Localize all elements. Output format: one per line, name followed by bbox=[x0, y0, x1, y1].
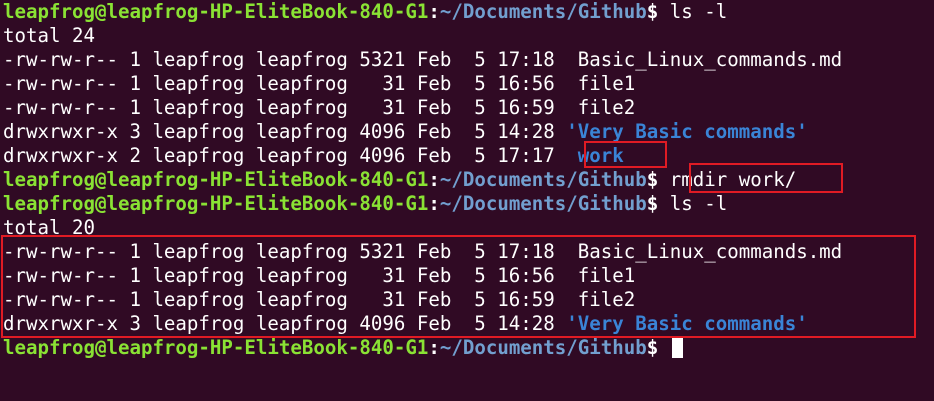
file-meta: drwxrwxr-x 2 leapfrog leapfrog 4096 Feb … bbox=[3, 144, 578, 167]
prompt-symbol: $ bbox=[646, 192, 659, 215]
file-name: Basic_Linux_commands.md bbox=[577, 240, 843, 263]
prompt-separator: : bbox=[428, 0, 440, 23]
command-text: rmdir work/ bbox=[658, 168, 797, 191]
prompt-line: leapfrog@leapfrog-HP-EliteBook-840-G1:~/… bbox=[3, 168, 931, 192]
directory-name: 'Very Basic commands' bbox=[566, 312, 808, 335]
total-line: total 20 bbox=[3, 216, 931, 240]
directory-name: work bbox=[577, 144, 624, 167]
command-text bbox=[658, 336, 670, 359]
command-text: ls -l bbox=[658, 0, 728, 23]
listing-row: drwxrwxr-x 3 leapfrog leapfrog 4096 Feb … bbox=[3, 312, 931, 336]
file-name: file1 bbox=[577, 72, 636, 95]
terminal-output[interactable]: leapfrog@leapfrog-HP-EliteBook-840-G1:~/… bbox=[3, 0, 931, 360]
file-meta: -rw-rw-r-- 1 leapfrog leapfrog 31 Feb 5 … bbox=[3, 72, 578, 95]
listing-row: -rw-rw-r-- 1 leapfrog leapfrog 5321 Feb … bbox=[3, 48, 931, 72]
prompt-user-host: leapfrog@leapfrog-HP-EliteBook-840-G1 bbox=[3, 336, 429, 359]
listing-row: -rw-rw-r-- 1 leapfrog leapfrog 31 Feb 5 … bbox=[3, 288, 931, 312]
command-text: ls -l bbox=[658, 192, 728, 215]
directory-name: 'Very Basic commands' bbox=[566, 120, 808, 143]
prompt-path: ~/Documents/Github bbox=[439, 168, 647, 191]
file-meta: -rw-rw-r-- 1 leapfrog leapfrog 31 Feb 5 … bbox=[3, 96, 578, 119]
total-line: total 24 bbox=[3, 24, 931, 48]
prompt-user-host: leapfrog@leapfrog-HP-EliteBook-840-G1 bbox=[3, 192, 429, 215]
prompt-line: leapfrog@leapfrog-HP-EliteBook-840-G1:~/… bbox=[3, 192, 931, 216]
prompt-separator: : bbox=[428, 336, 440, 359]
prompt-symbol: $ bbox=[646, 0, 659, 23]
prompt-path: ~/Documents/Github bbox=[439, 0, 647, 23]
total-text: total 20 bbox=[3, 216, 95, 239]
listing-row: -rw-rw-r-- 1 leapfrog leapfrog 5321 Feb … bbox=[3, 240, 931, 264]
listing-row: drwxrwxr-x 3 leapfrog leapfrog 4096 Feb … bbox=[3, 120, 931, 144]
file-name: file2 bbox=[577, 96, 636, 119]
listing-row: -rw-rw-r-- 1 leapfrog leapfrog 31 Feb 5 … bbox=[3, 264, 931, 288]
listing-row: -rw-rw-r-- 1 leapfrog leapfrog 31 Feb 5 … bbox=[3, 96, 931, 120]
prompt-path: ~/Documents/Github bbox=[439, 336, 647, 359]
file-meta: -rw-rw-r-- 1 leapfrog leapfrog 5321 Feb … bbox=[3, 240, 578, 263]
file-meta: drwxrwxr-x 3 leapfrog leapfrog 4096 Feb … bbox=[3, 312, 567, 335]
file-name: file1 bbox=[577, 264, 636, 287]
prompt-symbol: $ bbox=[646, 336, 659, 359]
prompt-symbol: $ bbox=[646, 168, 659, 191]
prompt-user-host: leapfrog@leapfrog-HP-EliteBook-840-G1 bbox=[3, 0, 429, 23]
prompt-line: leapfrog@leapfrog-HP-EliteBook-840-G1:~/… bbox=[3, 336, 931, 360]
prompt-line: leapfrog@leapfrog-HP-EliteBook-840-G1:~/… bbox=[3, 0, 931, 24]
prompt-separator: : bbox=[428, 192, 440, 215]
prompt-separator: : bbox=[428, 168, 440, 191]
total-text: total 24 bbox=[3, 24, 95, 47]
listing-row: -rw-rw-r-- 1 leapfrog leapfrog 31 Feb 5 … bbox=[3, 72, 931, 96]
prompt-user-host: leapfrog@leapfrog-HP-EliteBook-840-G1 bbox=[3, 168, 429, 191]
prompt-path: ~/Documents/Github bbox=[439, 192, 647, 215]
file-meta: -rw-rw-r-- 1 leapfrog leapfrog 31 Feb 5 … bbox=[3, 288, 578, 311]
file-meta: -rw-rw-r-- 1 leapfrog leapfrog 5321 Feb … bbox=[3, 48, 578, 71]
file-meta: drwxrwxr-x 3 leapfrog leapfrog 4096 Feb … bbox=[3, 120, 567, 143]
file-meta: -rw-rw-r-- 1 leapfrog leapfrog 31 Feb 5 … bbox=[3, 264, 578, 287]
listing-row: drwxrwxr-x 2 leapfrog leapfrog 4096 Feb … bbox=[3, 144, 931, 168]
file-name: Basic_Linux_commands.md bbox=[577, 48, 843, 71]
file-name: file2 bbox=[577, 288, 636, 311]
text-cursor[interactable] bbox=[671, 336, 683, 358]
